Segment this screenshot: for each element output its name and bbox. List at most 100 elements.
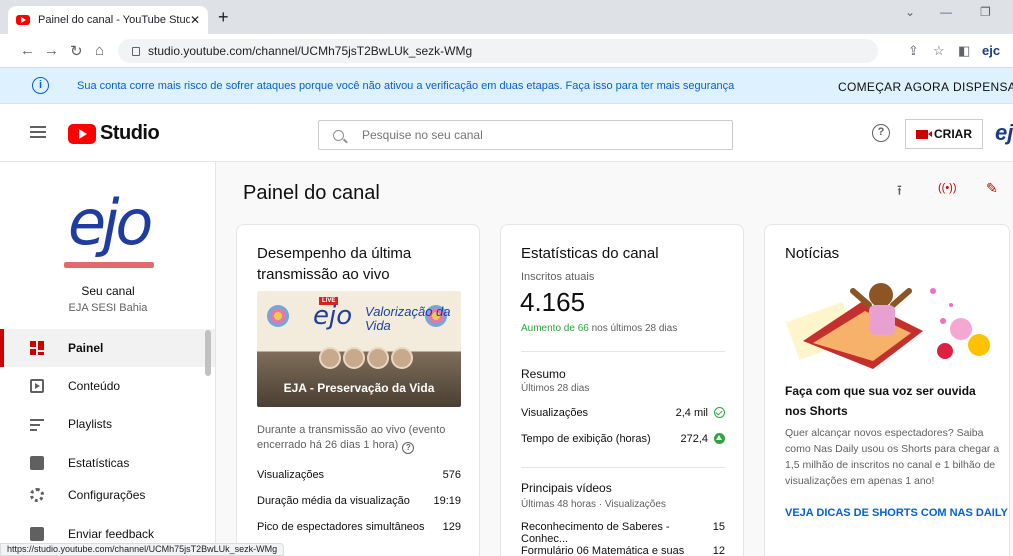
thumbnail-caption: EJA - Preservação da Vida: [283, 381, 435, 395]
share-icon[interactable]: ⇪: [908, 43, 919, 59]
metric-value: 576: [442, 469, 461, 481]
back-icon[interactable]: ←: [20, 42, 35, 59]
person-avatar: [367, 347, 389, 369]
subscribers-label: Inscritos atuais: [521, 271, 595, 283]
shorts-illustration: [785, 283, 990, 369]
menu-icon[interactable]: [30, 126, 46, 138]
browser-tab-bar: Painel do canal - YouTube Studio ✕ + ⌄ —…: [0, 0, 1013, 34]
card-title: Desempenho da última transmissão ao vivo: [257, 245, 412, 283]
thumb-subtitle: Valorização da Vida: [365, 304, 451, 333]
channel-name: EJA SESI Bahia: [68, 302, 148, 314]
summary-row: Tempo de exibição (horas) 272,4: [521, 433, 725, 445]
metric-row: Duração média da visualização 19:19: [257, 495, 461, 507]
top-video-title[interactable]: Formulário 06 Matemática e suas Tec...: [521, 545, 713, 556]
metric-value: 129: [442, 521, 461, 533]
metric-row: Pico de espectadores simultâneos 129: [257, 521, 461, 533]
page-title: Painel do canal: [243, 182, 380, 204]
sidebar-item-label: Configurações: [68, 488, 146, 502]
shorts-tips-link[interactable]: VEJA DICAS DE SHORTS COM NAS DAILY: [785, 507, 1008, 519]
your-channel-label: Seu canal: [81, 284, 135, 298]
reload-icon[interactable]: ↻: [70, 42, 83, 60]
top-video-views: 15: [712, 521, 725, 533]
live-performance-card: Desempenho da última transmissão ao vivo…: [236, 224, 480, 556]
channel-avatar[interactable]: ejo: [64, 186, 154, 268]
news-card: Notícias Faça com que sua voz ser ouvida…: [764, 224, 1010, 556]
security-banner: i Sua conta corre mais risco de sofrer a…: [0, 68, 1013, 104]
playlists-icon: [30, 419, 44, 431]
youtube-logo-icon: [68, 123, 96, 144]
sidepanel-icon[interactable]: ◧: [958, 43, 970, 59]
create-label: CRIAR: [934, 127, 972, 141]
news-body: Quer alcançar novos espectadores? Saiba …: [785, 427, 1000, 487]
browser-tab[interactable]: Painel do canal - YouTube Studio ✕: [8, 6, 208, 34]
search-box[interactable]: [318, 120, 733, 150]
summary-label: Tempo de exibição (horas): [521, 433, 651, 445]
person-avatar: [343, 347, 365, 369]
video-thumbnail[interactable]: LIVE ejo Valorização da Vida EJA - Prese…: [257, 291, 461, 407]
camera-icon: [916, 129, 932, 139]
sidebar-item-configuracoes[interactable]: Configurações: [0, 476, 215, 514]
sidebar-item-label: Enviar feedback: [68, 527, 155, 541]
studio-logo[interactable]: Studio: [68, 122, 160, 145]
person-avatar: [391, 347, 413, 369]
sidebar-item-label: Painel: [68, 341, 104, 355]
card-title: Notícias: [785, 245, 840, 262]
profile-avatar[interactable]: ejc: [982, 43, 1000, 58]
dashboard-icon: [30, 341, 44, 355]
summary-value: 272,4: [680, 433, 708, 445]
sidebar-item-label: Conteúdo: [68, 379, 121, 393]
top-videos-period: Últimas 48 horas · Visualizações: [521, 499, 666, 510]
thumb-logo-text: ejo: [313, 301, 353, 331]
gain-amount: Aumento de 66: [521, 323, 589, 334]
forward-icon[interactable]: →: [44, 42, 59, 59]
subscribers-gain: Aumento de 66 nos últimos 28 dias: [521, 323, 677, 334]
minimize-icon[interactable]: —: [940, 5, 952, 19]
sidebar-item-conteudo[interactable]: Conteúdo: [0, 367, 215, 405]
account-avatar[interactable]: ejo: [995, 120, 1013, 146]
metric-value: 19:19: [433, 495, 461, 507]
divider: [521, 351, 725, 352]
go-live-icon[interactable]: ((•)): [938, 182, 957, 194]
news-headline: Faça com que sua voz ser ouvida nos Shor…: [785, 384, 976, 418]
sidebar-item-playlists[interactable]: Playlists: [0, 405, 215, 443]
edit-post-icon[interactable]: ✎: [986, 180, 998, 197]
trend-up-icon: [714, 433, 725, 444]
create-button[interactable]: CRIAR: [905, 119, 983, 149]
summary-value-wrap: 272,4: [680, 433, 725, 445]
summary-value: 2,4 mil: [675, 407, 708, 419]
top-video-views: 12: [712, 545, 725, 556]
help-icon[interactable]: ?: [872, 124, 890, 142]
omnibox[interactable]: studio.youtube.com/channel/UCMh75jsT2BwL…: [118, 39, 878, 63]
start-now-button[interactable]: COMEÇAR AGORA: [838, 80, 949, 94]
sidebar-item-painel[interactable]: Painel: [0, 329, 215, 367]
help-circle-icon[interactable]: ?: [402, 442, 415, 454]
flower-decoration-icon: [267, 305, 289, 327]
search-input[interactable]: [362, 128, 702, 142]
top-video-row[interactable]: Formulário 06 Matemática e suas Tec... 1…: [521, 545, 725, 556]
metric-label: Pico de espectadores simultâneos: [257, 521, 425, 533]
card-title: Estatísticas do canal: [521, 245, 659, 262]
tab-title: Painel do canal - YouTube Studio: [38, 14, 190, 26]
youtube-favicon-icon: [16, 15, 30, 25]
tab-close-icon[interactable]: ✕: [190, 13, 200, 27]
home-icon[interactable]: ⌂: [95, 42, 104, 59]
browser-status-url: https://studio.youtube.com/channel/UCMh7…: [0, 543, 285, 556]
live-subtitle-text: Durante a transmissão ao vivo (evento en…: [257, 424, 446, 451]
top-video-row[interactable]: Reconhecimento de Saberes - Conhec... 15: [521, 521, 725, 545]
logo-text: Studio: [100, 122, 160, 144]
dismiss-button[interactable]: DISPENSAR: [953, 80, 1013, 94]
feedback-icon: [30, 527, 44, 541]
divider: [521, 467, 725, 468]
address-bar-row: ← → ↻ ⌂ studio.youtube.com/channel/UCMh7…: [0, 34, 1013, 68]
tab-search-icon[interactable]: ⌄: [905, 5, 915, 19]
top-video-title[interactable]: Reconhecimento de Saberes - Conhec...: [521, 521, 713, 545]
restore-icon[interactable]: ❐: [980, 5, 991, 19]
bookmark-star-icon[interactable]: ☆: [933, 43, 945, 59]
sidebar-item-label: Estatísticas: [68, 456, 130, 470]
sidebar-scrollbar[interactable]: [205, 330, 211, 376]
summary-label: Visualizações: [521, 407, 589, 419]
live-subtitle: Durante a transmissão ao vivo (evento en…: [257, 423, 467, 454]
summary-row: Visualizações 2,4 mil: [521, 407, 725, 419]
new-tab-button[interactable]: +: [218, 7, 229, 28]
upload-icon[interactable]: ⭱: [897, 180, 902, 204]
